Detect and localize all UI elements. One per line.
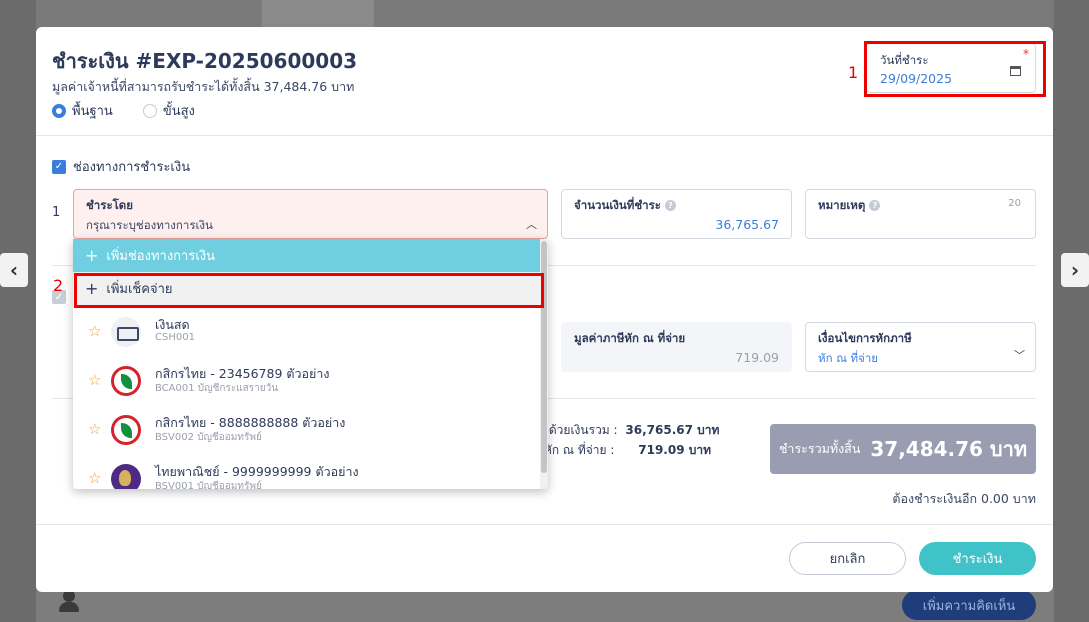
radio-unselected-icon[interactable] [142, 103, 157, 118]
list-item-code: CSH001 [155, 332, 195, 343]
amount-field[interactable]: จำนวนเงินที่ชำระ? 36,765.67 [561, 189, 792, 239]
background-active-tab [262, 0, 374, 28]
note-field[interactable]: หมายเหตุ? 20 [805, 189, 1036, 239]
next-arrow-icon[interactable]: › [1061, 253, 1089, 287]
mode-selector: พื้นฐาน ขั้นสูง [52, 100, 225, 121]
list-item-code: BSV002 บัญชีออมทรัพย์ [155, 432, 262, 443]
remaining-amount: ต้องชำระเงินอีก 0.00 บาท [892, 491, 1036, 506]
chevron-down-icon[interactable]: ﹀ [1014, 347, 1025, 363]
plus-icon: + [85, 246, 99, 265]
kbank-logo-icon [111, 366, 141, 396]
list-item-code: BSV001 บัญชีออมทรัพย์ [155, 481, 262, 489]
cash-icon [111, 317, 141, 347]
pay-by-label: ชำระโดย [86, 198, 133, 212]
list-item-code: BCA001 บัญชีกระแสรายวัน [155, 383, 279, 394]
list-item[interactable]: ☆ ไทยพาณิชย์ - 9999999999 ตัวอย่าง BSV00… [73, 457, 540, 489]
header-divider [36, 135, 1053, 136]
pay-by-placeholder: กรุณาระบุช่องทางการเงิน [86, 218, 213, 232]
help-icon[interactable]: ? [664, 200, 676, 211]
background-tab-bar [36, 0, 1054, 28]
footer-divider [36, 524, 1053, 525]
mode-advanced[interactable]: ขั้นสูง [142, 100, 195, 121]
scb-logo-icon [111, 464, 141, 489]
grand-total: ชำระรวมทั้งสิ้น 37,484.76 บาท [770, 424, 1036, 474]
previous-arrow-icon[interactable]: ‹ [0, 253, 28, 287]
wht-total-value: 719.09 บาท [638, 443, 711, 457]
tax-condition-label: เงื่อนไขการหักภาษี [818, 331, 912, 345]
mode-basic[interactable]: พื้นฐาน [52, 100, 113, 121]
highlight-box-2 [74, 273, 544, 308]
row-number: 1 [52, 205, 61, 220]
grand-total-amount: 37,484.76 บาท [870, 437, 1028, 461]
add-payment-channel-label: เพิ่มช่องทางการเงิน [106, 249, 216, 264]
checkbox-checked-icon[interactable]: ✓ [52, 159, 66, 174]
paid-total-label: ระด้วยเงินรวม : [536, 423, 618, 437]
annotation-1: 1 [848, 63, 859, 82]
star-outline-icon[interactable]: ☆ [88, 420, 101, 438]
kbank-logo-icon [111, 415, 141, 445]
list-item[interactable]: ☆ กสิกรไทย - 23456789 ตัวอย่าง BCA001 บั… [73, 359, 540, 408]
avatar [58, 590, 80, 612]
annotation-2: 2 [53, 276, 64, 295]
wht-total-row: ษีหัก ณ ที่จ่าย : 719.09 บาท [536, 441, 711, 460]
highlight-box-1 [864, 41, 1046, 97]
amount-value[interactable]: 36,765.67 [715, 217, 779, 232]
withholding-value: 719.09 [735, 350, 779, 365]
mode-advanced-label: ขั้นสูง [162, 104, 195, 119]
modal-title: ชำระเงิน #EXP-20250600003 [52, 49, 358, 73]
list-item[interactable]: ☆ เงินสด CSH001 [73, 310, 540, 359]
help-icon[interactable]: ? [869, 200, 881, 211]
cancel-button[interactable]: ยกเลิก [789, 542, 906, 575]
tax-condition-value: หัก ณ ที่จ่าย [818, 351, 879, 365]
paid-total-value: 36,765.67 บาท [625, 423, 720, 437]
mode-basic-label: พื้นฐาน [72, 104, 113, 119]
add-comment-button[interactable]: เพิ่มความคิดเห็น [902, 590, 1036, 620]
pay-button[interactable]: ชำระเงิน [919, 542, 1036, 575]
add-payment-channel-option[interactable]: + เพิ่มช่องทางการเงิน [73, 239, 540, 272]
radio-selected-icon[interactable] [52, 103, 66, 118]
grand-total-label: ชำระรวมทั้งสิ้น [778, 441, 861, 456]
paid-total-row: ระด้วยเงินรวม : 36,765.67 บาท [536, 421, 719, 440]
star-outline-icon[interactable]: ☆ [88, 322, 101, 340]
pay-by-select[interactable]: ชำระโดย กรุณาระบุช่องทางการเงิน ︿ [73, 189, 548, 239]
note-label: หมายเหตุ? [818, 197, 881, 215]
tax-condition-select[interactable]: เงื่อนไขการหักภาษี หัก ณ ที่จ่าย ﹀ [805, 322, 1036, 372]
withholding-label: มูลค่าภาษีหัก ณ ที่จ่าย [574, 331, 686, 345]
payment-channel-toggle[interactable]: ✓ ช่องทางการชำระเงิน [52, 156, 190, 177]
star-outline-icon[interactable]: ☆ [88, 371, 101, 389]
chevron-up-icon[interactable]: ︿ [526, 216, 537, 232]
list-item[interactable]: ☆ กสิกรไทย - 8888888888 ตัวอย่าง BSV002 … [73, 408, 540, 457]
payment-modal: ชำระเงิน #EXP-20250600003 มูลค่าเจ้าหนี้… [36, 27, 1053, 592]
star-outline-icon[interactable]: ☆ [88, 469, 101, 487]
payment-channel-label: ช่องทางการชำระเงิน [73, 160, 191, 175]
withholding-field: มูลค่าภาษีหัก ณ ที่จ่าย 719.09 [561, 322, 792, 372]
modal-subtitle: มูลค่าเจ้าหนี้ที่สามารถรับชำระได้ทั้งสิ้… [52, 79, 355, 94]
note-counter: 20 [1008, 198, 1021, 209]
amount-label: จำนวนเงินที่ชำระ? [574, 197, 676, 215]
